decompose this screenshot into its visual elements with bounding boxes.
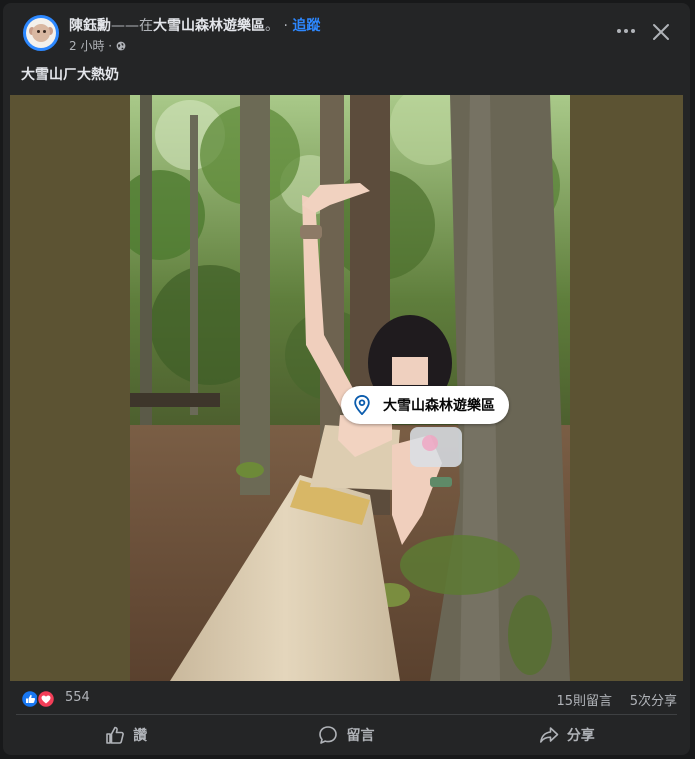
divider — [16, 714, 677, 715]
share-button[interactable]: 分享 — [457, 717, 677, 753]
avatar-eye — [43, 30, 46, 33]
like-button[interactable]: 讚 — [16, 717, 236, 753]
at-label: 在 — [139, 18, 153, 34]
avatar-eye — [37, 30, 40, 33]
avatar-face — [32, 24, 50, 42]
post-meta: 2 小時 · — [69, 37, 126, 54]
like-label: 讚 — [133, 728, 148, 744]
reaction-icons[interactable] — [21, 689, 61, 709]
share-icon — [539, 727, 559, 743]
meta-separator: · — [104, 39, 116, 53]
globe-icon — [116, 41, 126, 51]
post-header: 陳鈺勳——在大雪山森林遊樂區。 · 追蹤 2 小時 · — [3, 3, 690, 61]
comment-button[interactable]: 留言 — [236, 717, 456, 753]
avatar[interactable] — [23, 15, 59, 51]
location-link[interactable]: 大雪山森林遊樂區 — [153, 18, 265, 34]
post-stats: 554 15則留言 5次分享 — [3, 683, 690, 713]
author-name[interactable]: 陳鈺勳 — [69, 18, 111, 34]
author-line: 陳鈺勳——在大雪山森林遊樂區。 · 追蹤 — [69, 15, 320, 35]
like-icon — [21, 689, 40, 709]
reaction-count[interactable]: 554 — [65, 690, 90, 705]
post-text: 大雪山ㄏ大熱奶 — [21, 67, 119, 83]
love-icon — [36, 689, 56, 709]
trail-text: 。 · — [265, 18, 293, 34]
close-icon[interactable] — [650, 21, 672, 43]
shares-count[interactable]: 5次分享 — [630, 690, 677, 709]
location-tag-label: 大雪山森林遊樂區 — [383, 398, 495, 414]
author-separator: —— — [111, 18, 139, 34]
comments-count[interactable]: 15則留言 — [556, 690, 612, 709]
thumbs-up-icon — [106, 726, 125, 744]
location-pin-icon — [354, 395, 370, 415]
location-tag[interactable]: 大雪山森林遊樂區 — [341, 386, 509, 424]
comment-icon — [319, 726, 338, 744]
comment-label: 留言 — [346, 728, 375, 744]
more-options-icon[interactable] — [614, 21, 638, 41]
share-label: 分享 — [566, 728, 595, 744]
post-media[interactable]: 大雪山森林遊樂區 — [10, 95, 683, 681]
post-actions: 讚 留言 分享 — [16, 717, 677, 753]
post-card: 陳鈺勳——在大雪山森林遊樂區。 · 追蹤 2 小時 · 大雪山ㄏ大熱奶 大雪山森… — [3, 3, 690, 755]
avatar-image — [26, 18, 56, 48]
post-timestamp[interactable]: 2 小時 — [69, 39, 104, 53]
follow-button[interactable]: 追蹤 — [292, 18, 320, 34]
